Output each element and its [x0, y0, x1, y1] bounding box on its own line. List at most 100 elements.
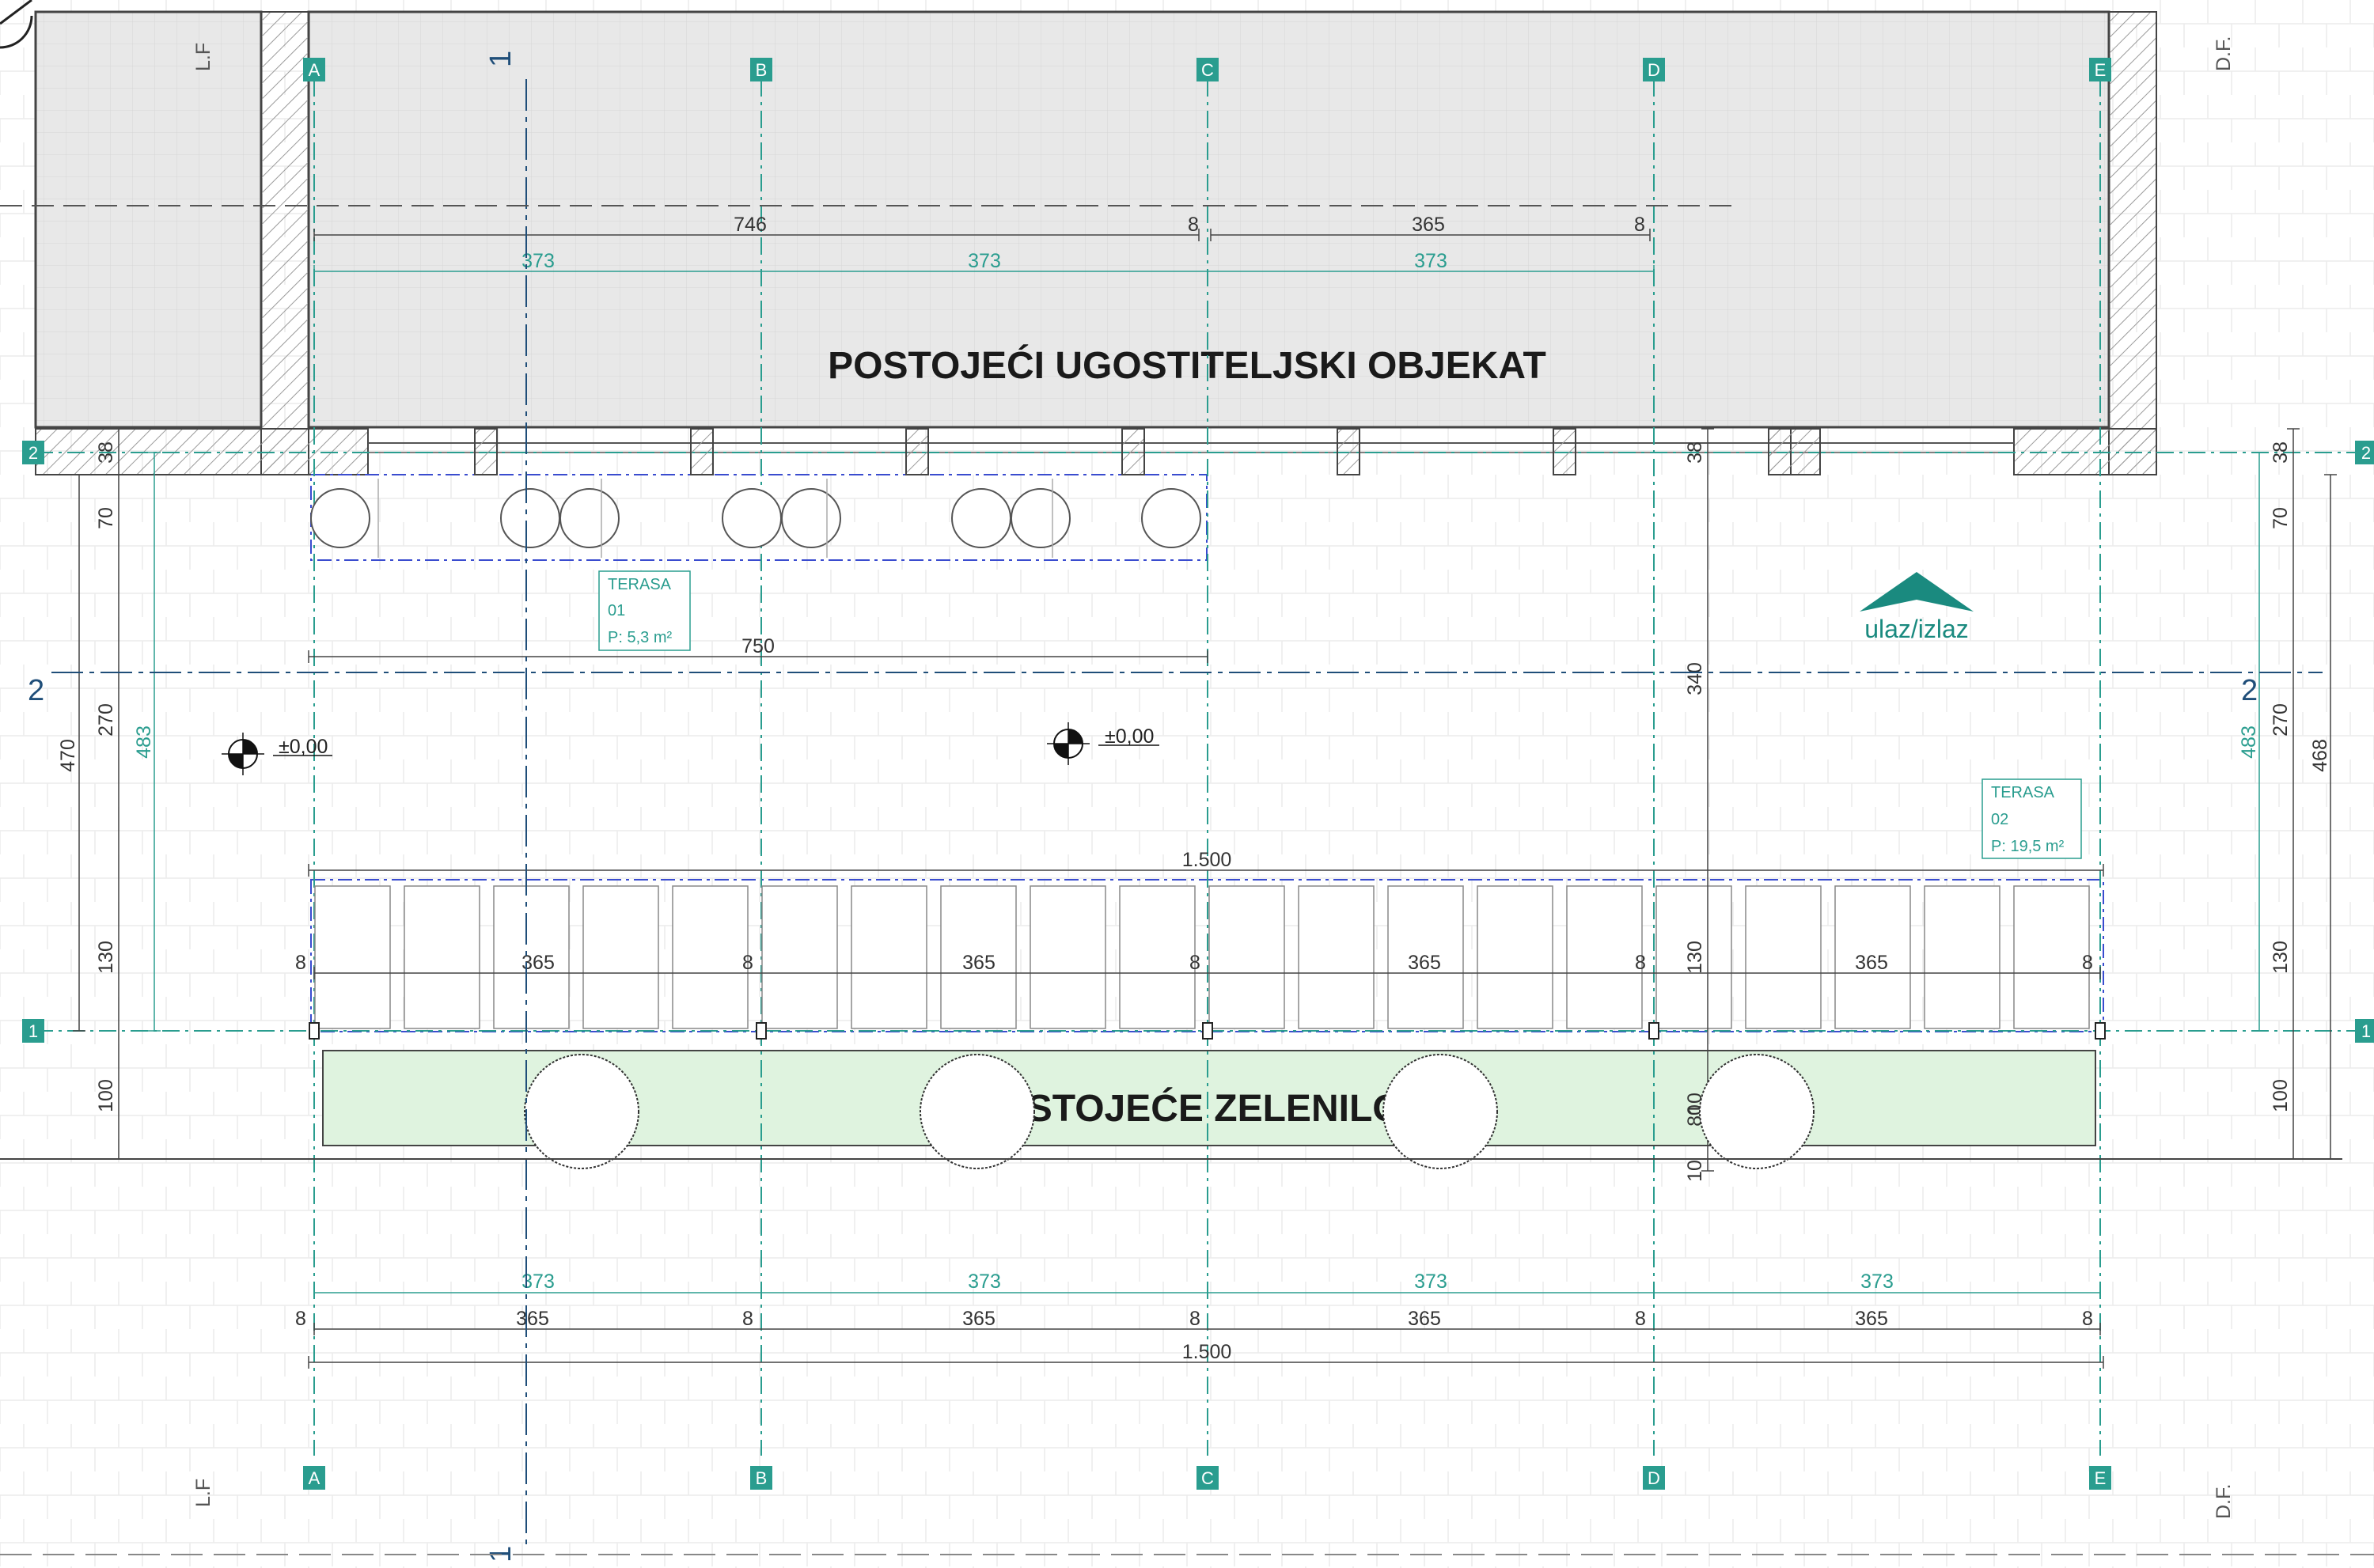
- dimension-label: 100: [2270, 1079, 2292, 1112]
- seating-module: [1745, 885, 1822, 1029]
- seating-module: [1119, 885, 1196, 1029]
- seating-module: [1298, 885, 1375, 1029]
- table-round: [722, 488, 782, 548]
- dimension-label: 38: [2270, 441, 2292, 464]
- dimension-label: 130: [95, 941, 117, 974]
- dimension-label: 70: [2270, 507, 2292, 529]
- grid-axis-label: B: [756, 60, 768, 80]
- lf-label-top: L.F: [192, 43, 214, 71]
- dimension-label: 100: [95, 1079, 117, 1112]
- seating-module: [761, 885, 838, 1029]
- terrace-01-area: P: 5,3 m²: [608, 629, 672, 646]
- grid-axis-label: 1: [2361, 1021, 2371, 1041]
- table-round: [1011, 488, 1071, 548]
- grid-axis-label: 2: [2361, 443, 2371, 463]
- dimension-label: 373: [1860, 1271, 1894, 1293]
- post: [1648, 1022, 1659, 1040]
- grid-axis-label: C: [1201, 1468, 1214, 1488]
- grid-axis-label: D: [1648, 1468, 1660, 1488]
- seating-module: [1030, 885, 1106, 1029]
- seating-module: [404, 885, 480, 1029]
- table-round: [1141, 488, 1201, 548]
- section-1-label-top: 1: [484, 51, 518, 67]
- table-round: [951, 488, 1011, 548]
- terrace-02-name: TERASA: [1991, 784, 2055, 801]
- dimension-label: 8: [2082, 1308, 2093, 1330]
- grid-axis-label: A: [309, 1468, 320, 1488]
- terrace-01-number: 01: [608, 602, 625, 619]
- seating-module: [582, 885, 659, 1029]
- facade-pier: [905, 428, 929, 475]
- dimension-label: 38: [95, 441, 117, 464]
- dimension-label: 750: [741, 635, 775, 657]
- floor-plan: POSTOJEĆI UGOSTITELJSKI OBJEKAT POSTOJEĆ…: [0, 0, 2374, 1568]
- dimension-label: 470: [57, 739, 79, 772]
- dimension-label: 365: [1408, 1308, 1441, 1330]
- table-round: [310, 488, 370, 548]
- entry-label: ulaz/izlaz: [1864, 615, 1969, 643]
- facade-pier: [474, 428, 498, 475]
- dimension-label: 365: [516, 1308, 549, 1330]
- dimension-label: 70: [95, 507, 117, 529]
- dimension-label: 373: [968, 250, 1001, 272]
- building-wall-left: [260, 11, 309, 475]
- building-wall-right: [2108, 11, 2157, 475]
- dimension-label: 340: [1684, 662, 1706, 695]
- seating-module: [1208, 885, 1285, 1029]
- seating-module: [851, 885, 927, 1029]
- section-2-label-left: 2: [28, 674, 44, 707]
- dimension-label: 373: [1414, 1271, 1447, 1293]
- dimension-label: 8: [1635, 1308, 1646, 1330]
- table-round: [559, 488, 620, 548]
- adjacent-building-left: [34, 10, 263, 429]
- dimension-label: 373: [968, 1271, 1001, 1293]
- table-round: [781, 488, 841, 548]
- dimension-label: 8: [1634, 214, 1645, 236]
- seating-module: [1477, 885, 1553, 1029]
- dimension-label: 365: [1855, 952, 1888, 974]
- level-value-1: ±0,00: [279, 736, 328, 758]
- dimension-label: 8: [295, 952, 306, 974]
- dimension-label: 8: [1189, 1308, 1200, 1330]
- facade-pier: [1768, 428, 1821, 475]
- grid-axis-label: D: [1648, 60, 1660, 80]
- building-title: POSTOJEĆI UGOSTITELJSKI OBJEKAT: [828, 343, 1546, 387]
- dimension-label: 483: [2238, 725, 2260, 759]
- post: [1202, 1022, 1213, 1040]
- dimension-label: 8: [2082, 952, 2093, 974]
- grid-axis-label: A: [309, 60, 320, 80]
- grid-axis-label: E: [2095, 60, 2107, 80]
- grid-axis-label: 2: [28, 443, 38, 463]
- dimension-label: 38: [1684, 441, 1706, 464]
- dimension-label: 270: [2270, 703, 2292, 737]
- seating-module: [314, 885, 391, 1029]
- grid-axis-label: B: [756, 1468, 768, 1488]
- dimension-label: 10: [1684, 1160, 1706, 1182]
- terrace-01-name: TERASA: [608, 576, 672, 593]
- dimension-label: 365: [1408, 952, 1441, 974]
- lf-label-bottom: L.F: [192, 1479, 214, 1507]
- table-round: [500, 488, 560, 548]
- dimension-label: 8: [1189, 952, 1200, 974]
- dimension-label: 130: [2270, 941, 2292, 974]
- section-2-label-right: 2: [2241, 674, 2258, 707]
- post: [2095, 1022, 2106, 1040]
- df-label-top: D.F.: [2213, 36, 2235, 71]
- facade-pier: [1337, 428, 1360, 475]
- seating-module: [2013, 885, 2090, 1029]
- tree-icon: [1699, 1054, 1815, 1169]
- tree-icon: [524, 1054, 639, 1169]
- seating-module: [672, 885, 749, 1029]
- plan-svg: POSTOJEĆI UGOSTITELJSKI OBJEKAT POSTOJEĆ…: [0, 0, 2374, 1568]
- dimension-label: 483: [133, 725, 155, 759]
- dimension-label: 746: [734, 214, 767, 236]
- post: [309, 1022, 320, 1040]
- facade-pier: [690, 428, 714, 475]
- dimension-label: 365: [962, 1308, 995, 1330]
- dimension-label: 365: [962, 952, 995, 974]
- dimension-label: 468: [2309, 739, 2331, 772]
- dimension-label: 8: [742, 952, 753, 974]
- df-label-bottom: D.F.: [2213, 1484, 2235, 1519]
- terrace-02-number: 02: [1991, 811, 2008, 828]
- dimension-label: 365: [1412, 214, 1445, 236]
